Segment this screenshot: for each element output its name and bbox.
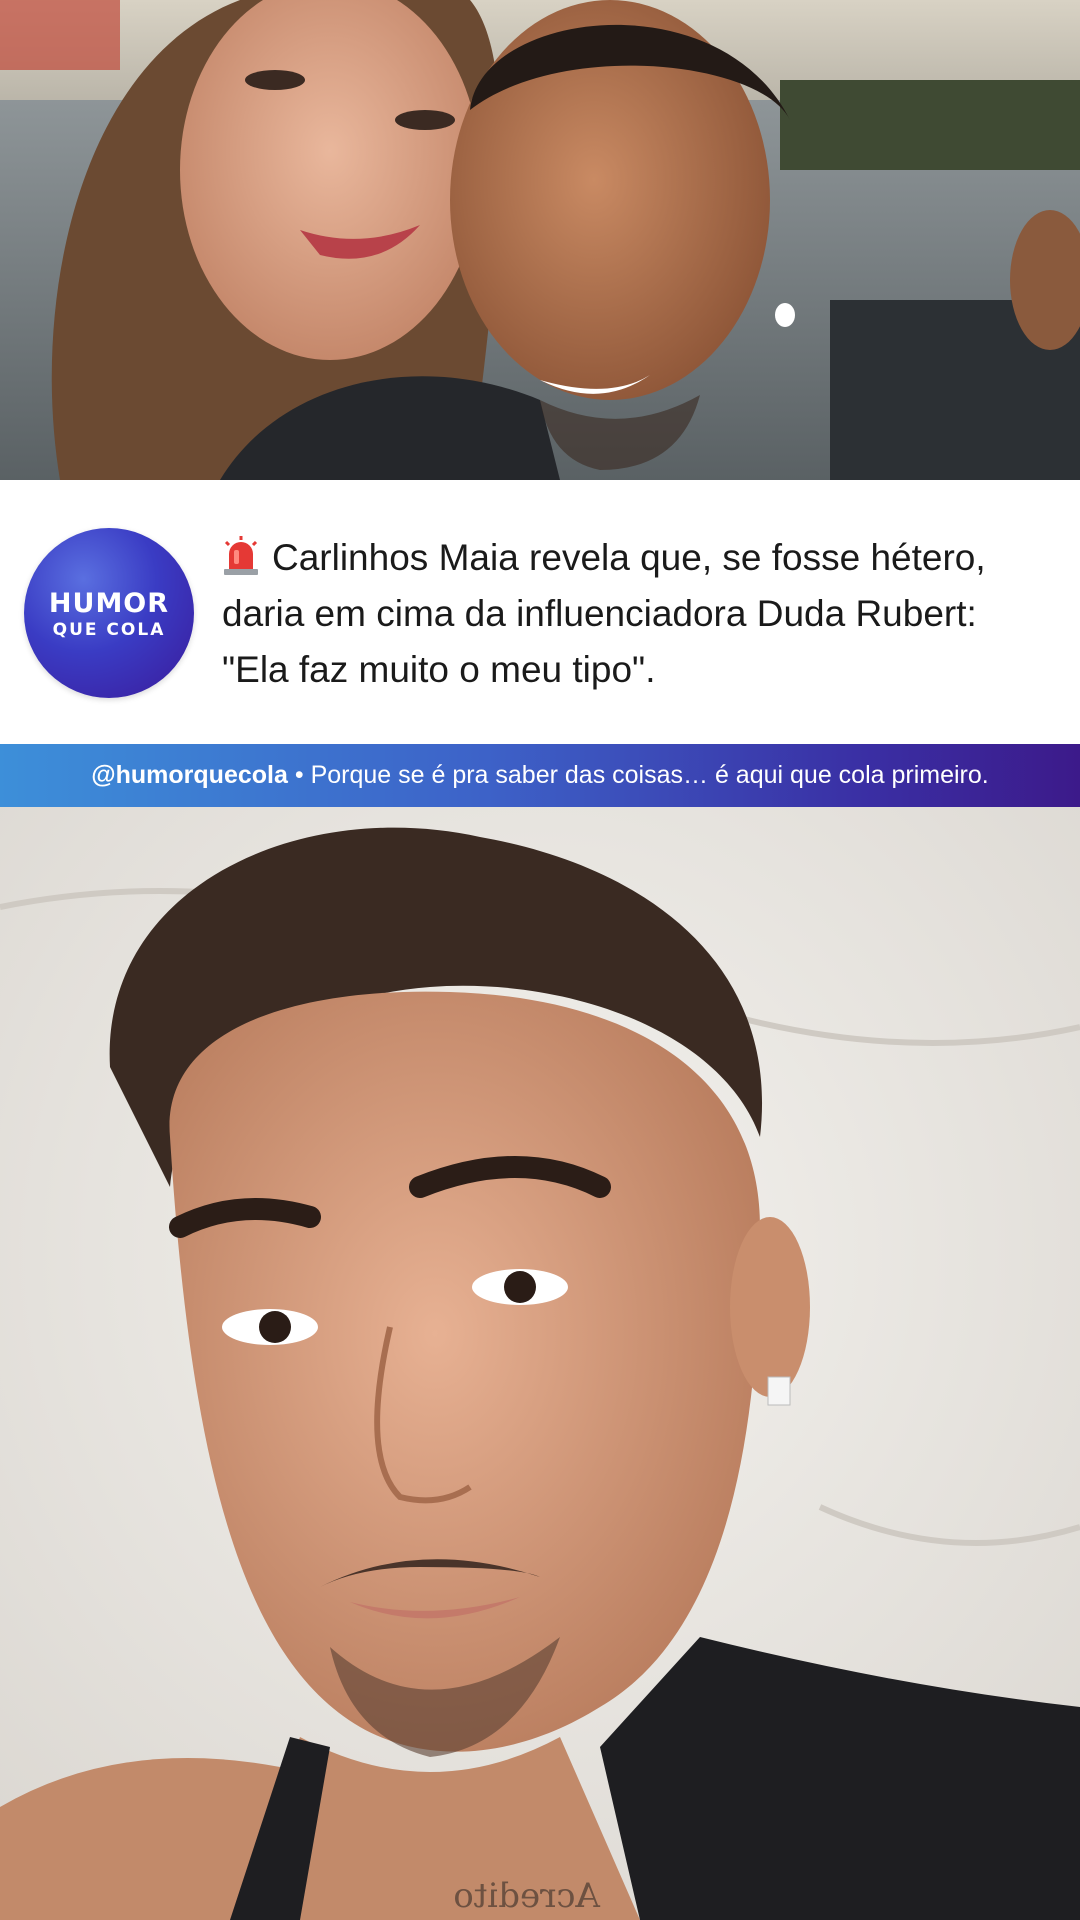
svg-text:Acredito: Acredito xyxy=(453,1876,601,1916)
tagline-text: Porque se é pra saber das coisas… é aqui… xyxy=(310,761,989,789)
post-headline-block: Carlinhos Maia revela que, se fosse héte… xyxy=(222,530,1052,698)
post-headline: Carlinhos Maia revela que, se fosse héte… xyxy=(222,537,986,690)
caption-card: HUMOR QUE COLA Carlinhos Maia revela que… xyxy=(0,480,1080,744)
man-selfie-in-bed-photo: Acredito xyxy=(0,807,1080,1920)
logo-line1: HUMOR xyxy=(48,588,170,619)
tagline-handle[interactable]: @humorquecola xyxy=(91,761,288,789)
siren-icon xyxy=(224,536,258,575)
logo-line2: QUE COLA xyxy=(52,620,166,640)
tagline-banner: @humorquecola • Porque se é pra saber da… xyxy=(0,744,1080,807)
brand-logo[interactable]: HUMOR QUE COLA xyxy=(24,528,194,698)
tagline-separator: • xyxy=(294,761,304,789)
couple-selfie-photo xyxy=(0,0,1080,480)
post-frame: HUMOR QUE COLA Carlinhos Maia revela que… xyxy=(0,0,1080,1920)
